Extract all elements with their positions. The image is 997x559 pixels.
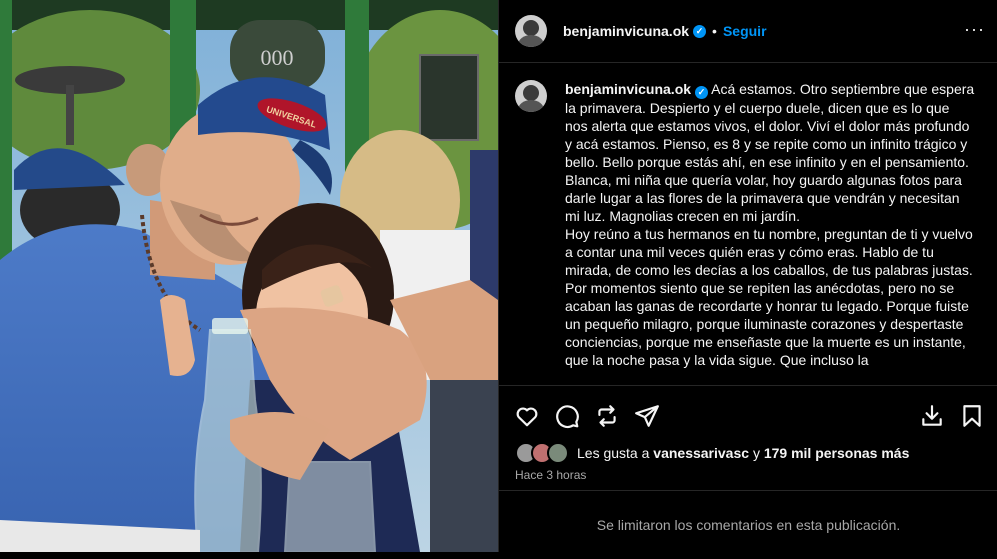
more-options-icon[interactable]: ··· xyxy=(964,20,984,40)
liker-avatar xyxy=(547,442,569,464)
heart-icon[interactable] xyxy=(514,403,540,429)
likes-user[interactable]: vanessarivasc xyxy=(653,445,749,461)
post-side-panel: benjaminvicuna.ok ✓ • Seguir ··· benjami… xyxy=(498,0,997,552)
header-separator: • xyxy=(712,23,717,39)
likes-prefix: Les gusta a xyxy=(577,445,650,461)
caption-paragraph-3: Hoy reúno a tus hermanos en tu nombre, p… xyxy=(565,226,973,368)
follow-button[interactable]: Seguir xyxy=(723,23,767,39)
bookmark-icon[interactable] xyxy=(959,403,985,429)
comments-limited-notice: Se limitaron los comentarios en esta pub… xyxy=(499,490,997,552)
caption-text: benjaminvicuna.ok ✓ Acá estamos. Otro sep… xyxy=(565,80,975,369)
caption-paragraph-2: Blanca, mi niña que quería volar, hoy gu… xyxy=(565,172,962,224)
caption-row: benjaminvicuna.ok ✓ Acá estamos. Otro sep… xyxy=(515,80,985,369)
caption-avatar[interactable] xyxy=(515,80,547,112)
photo-illustration: 000 UNIVERSAL xyxy=(0,0,498,552)
share-icon[interactable] xyxy=(634,403,660,429)
likes-middle: y xyxy=(752,445,760,461)
post-header: benjaminvicuna.ok ✓ • Seguir ··· xyxy=(499,0,997,63)
likes-summary[interactable]: Les gusta a vanessarivasc y 179 mil pers… xyxy=(515,442,910,464)
repost-icon[interactable] xyxy=(594,403,620,429)
author-username[interactable]: benjaminvicuna.ok xyxy=(563,23,689,39)
sign-text: 000 xyxy=(261,45,294,70)
caption-paragraph-1: benjaminvicuna.ok ✓ Acá estamos. Otro sep… xyxy=(565,80,975,171)
action-bar xyxy=(499,385,997,445)
comment-icon[interactable] xyxy=(554,403,580,429)
post-photo[interactable]: 000 UNIVERSAL xyxy=(0,0,498,552)
post-timestamp[interactable]: Hace 3 horas xyxy=(515,468,586,482)
likes-count[interactable]: 179 mil personas más xyxy=(764,445,910,461)
caption-verified-icon: ✓ xyxy=(695,86,709,99)
save-download-icon[interactable] xyxy=(919,403,945,429)
caption-username[interactable]: benjaminvicuna.ok xyxy=(565,81,691,97)
instagram-post: 000 UNIVERSAL benjaminvicuna.ok ✓ • Segu… xyxy=(0,0,997,552)
caption-scroll-area[interactable]: benjaminvicuna.ok ✓ Acá estamos. Otro sep… xyxy=(499,63,997,385)
author-avatar[interactable] xyxy=(515,15,547,47)
verified-badge-icon: ✓ xyxy=(693,24,707,38)
